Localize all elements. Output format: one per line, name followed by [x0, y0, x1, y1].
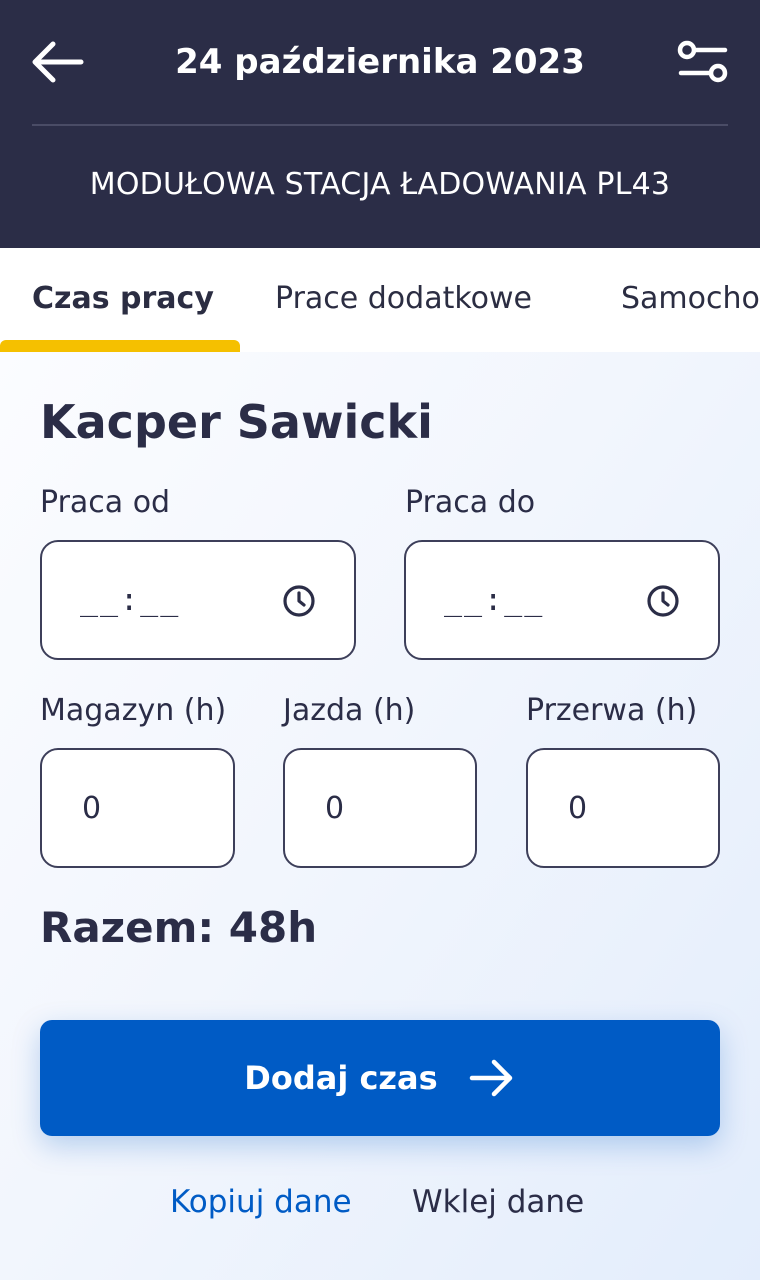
app-header: 24 października 2023 MODUŁOWA STACJA ŁAD…	[0, 0, 760, 248]
warehouse-hours-value: 0	[82, 790, 102, 826]
warehouse-hours-input[interactable]: 0	[40, 748, 235, 868]
work-to-input[interactable]: __:__	[404, 540, 720, 660]
header-divider	[32, 124, 728, 126]
arrow-right-icon	[469, 1059, 512, 1097]
page-title: 24 października 2023	[175, 42, 585, 82]
clock-icon	[283, 585, 315, 617]
sliders-icon	[677, 40, 728, 83]
work-from-label: Praca od	[40, 485, 171, 520]
employee-name: Kacper Sawicki	[40, 395, 433, 449]
filter-button[interactable]	[668, 32, 738, 92]
total-hours: Razem: 48h	[40, 903, 318, 952]
work-from-input[interactable]: __:__	[40, 540, 356, 660]
work-to-label: Praca do	[405, 485, 536, 520]
warehouse-label: Magazyn (h)	[40, 693, 227, 728]
work-to-value: __:__	[444, 582, 545, 618]
arrow-left-icon	[32, 41, 84, 83]
active-tab-indicator	[0, 340, 240, 352]
paste-data-link[interactable]: Wklej dane	[412, 1180, 584, 1224]
clock-icon	[647, 585, 679, 617]
back-button[interactable]	[24, 32, 90, 92]
work-from-value: __:__	[80, 582, 181, 618]
tab-additional-work[interactable]: Prace dodatkowe	[275, 274, 532, 324]
break-hours-value: 0	[568, 790, 588, 826]
break-hours-input[interactable]: 0	[526, 748, 720, 868]
driving-hours-input[interactable]: 0	[283, 748, 477, 868]
tab-work-time[interactable]: Czas pracy	[32, 274, 214, 324]
tab-bar: Czas pracy Prace dodatkowe Samochody	[0, 248, 760, 352]
tab-vehicles[interactable]: Samochody	[621, 274, 760, 324]
add-time-label: Dodaj czas	[244, 1059, 438, 1097]
driving-label: Jazda (h)	[283, 693, 416, 728]
station-name: MODUŁOWA STACJA ŁADOWANIA PL43	[89, 167, 671, 202]
copy-data-link[interactable]: Kopiuj dane	[170, 1180, 352, 1224]
driving-hours-value: 0	[325, 790, 345, 826]
add-time-button[interactable]: Dodaj czas	[40, 1020, 720, 1136]
break-label: Przerwa (h)	[526, 693, 698, 728]
